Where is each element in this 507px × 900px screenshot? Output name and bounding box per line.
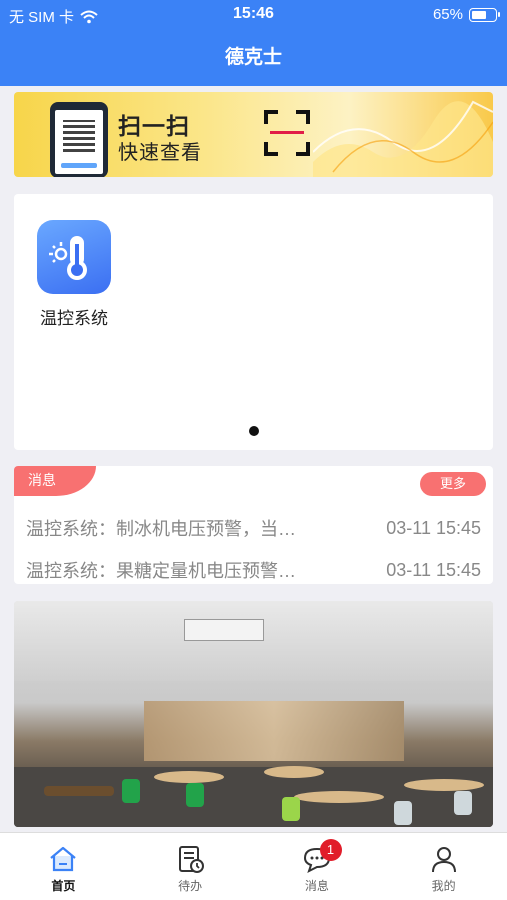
- scan-frame-icon: [264, 110, 310, 156]
- tab-label: 消息: [304, 879, 329, 893]
- status-right: 65%: [432, 6, 500, 23]
- tab-messages[interactable]: 1 消息: [254, 833, 381, 900]
- message-item[interactable]: 温控系统：制冰机电压预警，当… 03-11 15:45: [26, 514, 481, 542]
- status-time: 15:46: [233, 5, 274, 22]
- messages-tag: 消息: [14, 466, 96, 496]
- tab-profile[interactable]: 我的: [380, 833, 507, 900]
- more-button[interactable]: 更多: [420, 472, 486, 496]
- phone-qr-icon: [50, 102, 108, 177]
- message-time: 03-11 15:45: [386, 517, 481, 538]
- todo-icon: [179, 846, 205, 873]
- home-icon: [50, 846, 77, 872]
- message-item[interactable]: 温控系统：果糖定量机电压预警… 03-11 15:45: [26, 556, 481, 584]
- tab-todo[interactable]: 待办: [127, 833, 254, 900]
- user-icon: [431, 847, 456, 873]
- battery-icon: [469, 7, 500, 22]
- nav-title: 德克士: [0, 30, 507, 86]
- app-label: 温控系统: [40, 309, 108, 328]
- tab-home[interactable]: 首页: [0, 833, 127, 900]
- message-text: 温控系统：制冰机电压预警，当…: [26, 519, 296, 539]
- banner-wave-decoration: [313, 100, 493, 177]
- tab-bar: 首页 待办 1 消息 我的: [0, 832, 507, 900]
- store-photo: [14, 601, 493, 827]
- scan-banner[interactable]: 扫一扫 快速查看: [14, 92, 493, 177]
- thermometer-sun-icon: [37, 220, 111, 294]
- unread-badge: 1: [319, 839, 342, 861]
- pager-dot: [249, 426, 259, 436]
- message-text: 温控系统：果糖定量机电压预警…: [26, 561, 296, 581]
- apps-grid: 温控系统: [14, 194, 493, 450]
- tab-label: 首页: [51, 879, 76, 893]
- tab-label: 我的: [431, 879, 456, 893]
- status-bar: 无 SIM 卡 15:46 65%: [0, 0, 507, 30]
- tab-label: 待办: [178, 879, 203, 893]
- messages-card: 消息 更多 温控系统：制冰机电压预警，当… 03-11 15:45 温控系统：果…: [14, 466, 493, 584]
- app-tile-temperature[interactable]: 温控系统: [36, 220, 112, 329]
- battery-percent: 65%: [432, 6, 463, 23]
- banner-subtitle: 快速查看: [118, 142, 202, 164]
- message-time: 03-11 15:45: [386, 559, 481, 580]
